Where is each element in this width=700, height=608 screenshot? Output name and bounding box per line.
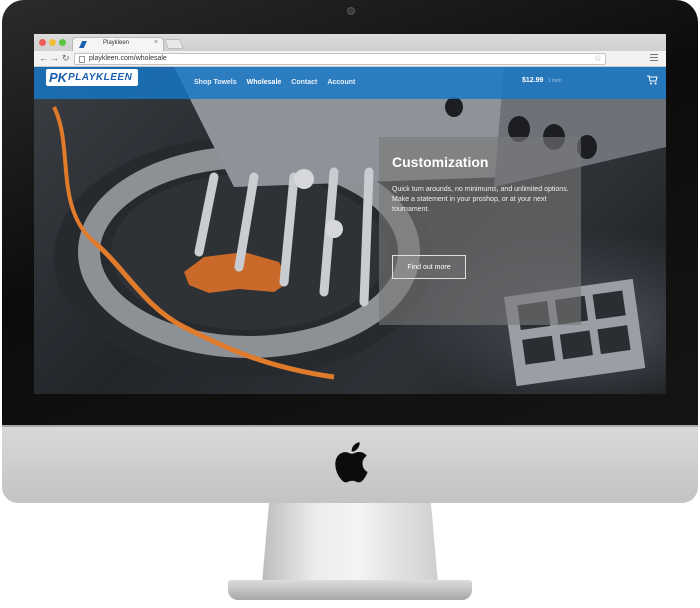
promo-description: Quick turn arounds, no minimums, and unl… <box>392 186 569 213</box>
tab-close-icon[interactable]: × <box>154 39 158 46</box>
favicon-icon <box>79 41 87 48</box>
website: PK PLAYKLEEN Shop Towels Wholesale Conta… <box>34 67 666 394</box>
promo-title: Customization <box>392 154 489 170</box>
window-controls <box>39 39 66 46</box>
nav-wholesale[interactable]: Wholesale <box>247 79 282 86</box>
arrow-right-icon[interactable]: → <box>50 53 59 64</box>
nav-shop-towels[interactable]: Shop Towels <box>194 79 237 86</box>
logo-mark: PK <box>49 70 68 85</box>
imac-stand-foot <box>228 580 472 600</box>
new-tab-button[interactable] <box>164 39 184 49</box>
camera-icon <box>347 7 355 15</box>
chin-divider <box>2 425 698 427</box>
tab-title: Playkleen <box>103 40 130 46</box>
imac-stand-neck <box>262 503 438 583</box>
nav-account[interactable]: Account <box>327 79 355 86</box>
browser-toolbar: ← → ↻ playkleen.com/wholesale ☆ <box>34 51 666 67</box>
customization-promo: Customization Quick turn arounds, no min… <box>379 137 581 325</box>
cart-total[interactable]: $12.99 <box>522 77 543 84</box>
star-icon[interactable]: ☆ <box>594 53 602 64</box>
browser-tab-bar: Playkleen × <box>34 34 666 51</box>
cart-item-count[interactable]: 1 item <box>548 78 562 84</box>
arrow-left-icon[interactable]: ← <box>39 53 48 64</box>
nav-contact[interactable]: Contact <box>291 79 317 86</box>
imac-frame: Playkleen × ← → ↻ playkleen.com/wholesal… <box>0 0 700 608</box>
screen: Playkleen × ← → ↻ playkleen.com/wholesal… <box>34 34 666 394</box>
find-out-more-button[interactable]: Find out more <box>392 255 466 279</box>
maximize-window-button[interactable] <box>59 39 66 46</box>
hamburger-menu-icon[interactable] <box>650 54 658 63</box>
main-nav: Shop Towels Wholesale Contact Account <box>194 79 355 86</box>
playkleen-logo[interactable]: PK PLAYKLEEN <box>46 69 138 86</box>
minimize-window-button[interactable] <box>49 39 56 46</box>
site-header: PK PLAYKLEEN Shop Towels Wholesale Conta… <box>34 67 666 99</box>
url-text: playkleen.com/wholesale <box>89 55 167 62</box>
page-icon <box>79 56 85 63</box>
close-window-button[interactable] <box>39 39 46 46</box>
reload-icon[interactable]: ↻ <box>62 53 70 64</box>
browser-tab[interactable]: Playkleen × <box>72 37 164 51</box>
address-bar[interactable]: playkleen.com/wholesale ☆ <box>74 53 606 65</box>
apple-logo-icon <box>335 442 368 483</box>
logo-text: PLAYKLEEN <box>68 72 133 83</box>
shopping-cart-icon[interactable] <box>647 75 658 85</box>
